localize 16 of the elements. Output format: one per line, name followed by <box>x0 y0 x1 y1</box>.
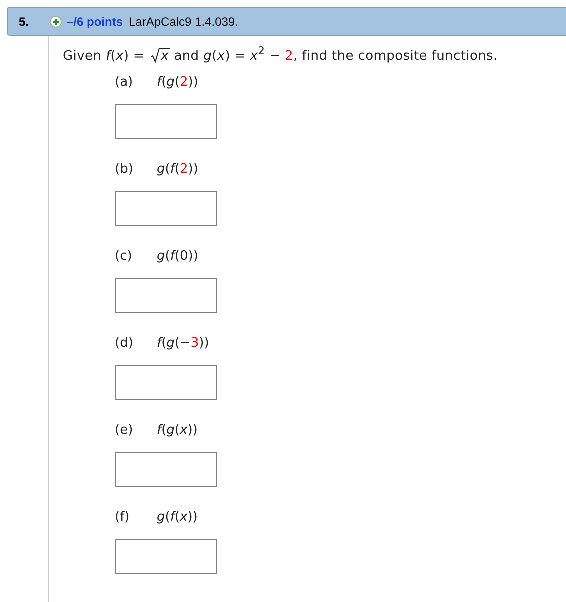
part-label: (b) <box>115 162 134 178</box>
part-label: (d) <box>115 336 134 352</box>
points-text: –/6 points <box>67 14 124 28</box>
question-number: 5. <box>18 14 30 28</box>
expression-text: f(g(−3)) <box>157 336 210 352</box>
prompt-text: Given f(x) = x and g(x) = x$^{2}$ − 2, find the composite functions. <box>63 49 498 64</box>
part-label: (e) <box>115 423 134 439</box>
part-label: (a) <box>115 75 134 91</box>
expression-text: f(g(2)) <box>157 75 198 91</box>
expression-text: g(f(x)) <box>157 510 198 526</box>
part-label: (c) <box>115 249 134 265</box>
expression-text: g(f(2)) <box>157 162 198 178</box>
expression-text: f(g(x)) <box>157 423 198 439</box>
expression-text: g(f(0)) <box>157 249 198 265</box>
source-text: LarApCalc9 1.4.039. <box>129 14 238 28</box>
part-label: (f) <box>115 510 131 526</box>
